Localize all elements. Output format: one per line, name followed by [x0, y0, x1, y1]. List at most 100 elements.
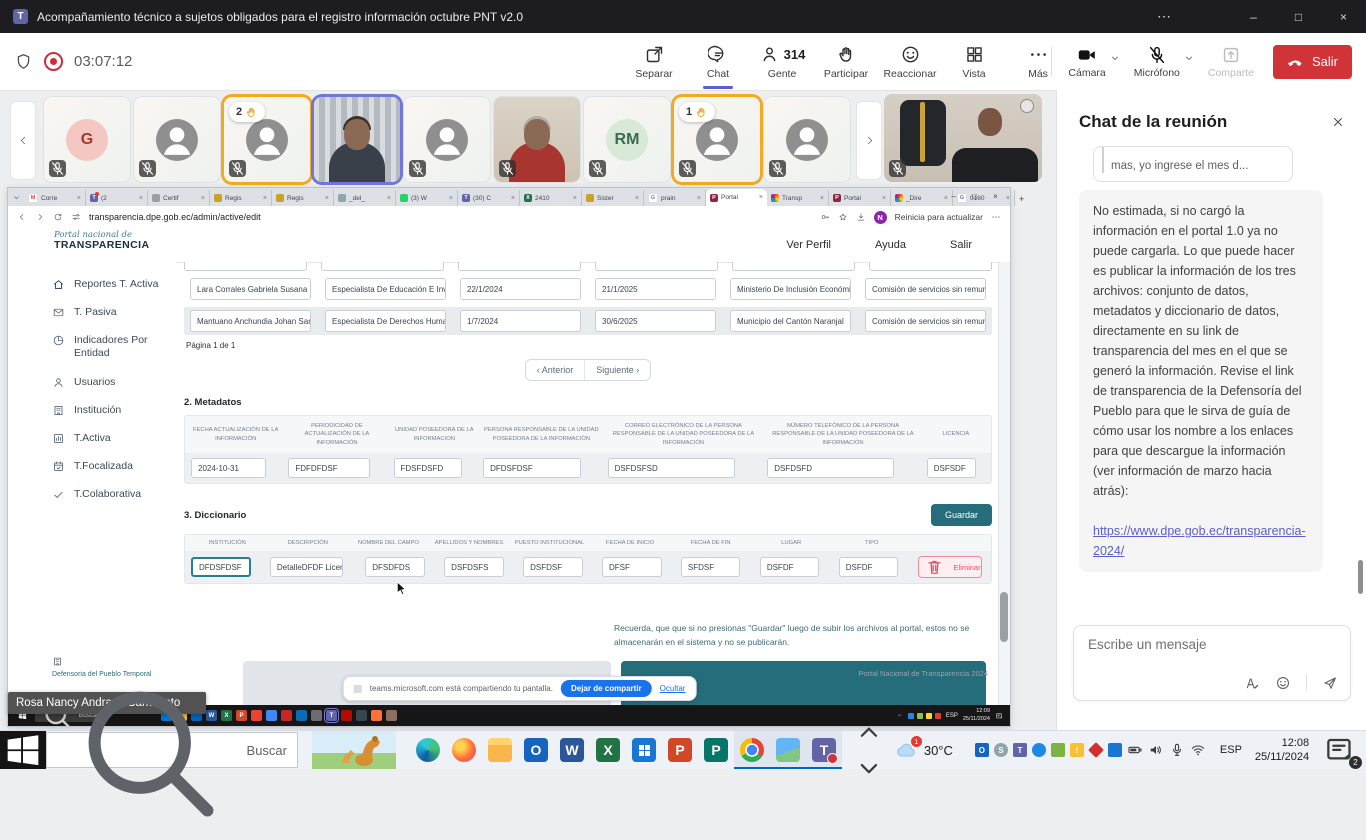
browser-tab-portal[interactable]: PPortal×: [706, 189, 767, 206]
microphone-button[interactable]: Micrófono: [1134, 44, 1195, 79]
relaunch-to-update-button[interactable]: Reinicia para actualizar: [895, 212, 983, 222]
sidebar-item-reportes-t-activa[interactable]: Reportes T. Activa: [52, 278, 162, 291]
toolbar-chat-button[interactable]: Chat: [686, 33, 750, 90]
taskbar-app-chrome[interactable]: [734, 731, 770, 769]
tab-close-icon[interactable]: ×: [759, 194, 763, 201]
taskbar-app-outlook[interactable]: O: [518, 731, 554, 769]
bookmark-star-icon[interactable]: [838, 212, 848, 222]
browser-tab-portal[interactable]: PPortal×: [829, 190, 891, 206]
toolbar-separar-button[interactable]: Separar: [622, 33, 686, 90]
window-maximize-button[interactable]: □: [1276, 0, 1321, 33]
shared-taskbar-acrobat-icon[interactable]: [341, 710, 352, 721]
quoted-message[interactable]: mas, yo ingrese el mes d...: [1093, 146, 1293, 182]
diccionario-input[interactable]: DSFDSF: [523, 557, 583, 577]
weather-widget[interactable]: 1 30°C: [894, 740, 953, 760]
table-cell-input[interactable]: Comisión de servicios sin remune: [865, 278, 986, 300]
table-cell-input[interactable]: Lara Corrales Gabriela Susana: [190, 278, 311, 300]
tray-antivirus-shield-icon[interactable]: [1051, 743, 1065, 757]
participant-avatar-tile[interactable]: 2: [224, 97, 310, 182]
browser-tab-prain[interactable]: Gprain×: [644, 190, 706, 206]
tray-outlook-tray-icon[interactable]: O: [975, 743, 989, 757]
toolbar-reaccionar-button[interactable]: Reaccionar: [878, 33, 942, 90]
diccionario-input[interactable]: DSFDSFS: [444, 557, 504, 577]
tab-close-icon[interactable]: ×: [882, 195, 886, 202]
site-info-icon[interactable]: [71, 212, 81, 222]
self-view-video[interactable]: [884, 94, 1042, 182]
metadatos-input[interactable]: DSFDSFSD: [608, 458, 735, 478]
browser-tab-30c[interactable]: T(30) C×: [458, 190, 520, 206]
tab-close-icon[interactable]: ×: [263, 195, 267, 202]
participant-avatar-tile[interactable]: [404, 97, 490, 182]
participant-video-tile[interactable]: [314, 97, 400, 182]
browser-tab-regis[interactable]: Regis×: [210, 190, 272, 206]
tab-close-icon[interactable]: ×: [201, 195, 205, 202]
browser-tab-2[interactable]: T(2×: [86, 190, 148, 206]
send-message-icon[interactable]: [1322, 675, 1338, 691]
reload-icon[interactable]: [53, 212, 63, 222]
forward-icon[interactable]: [35, 212, 45, 222]
portal-nav-ayuda[interactable]: Ayuda: [875, 239, 906, 251]
language-indicator[interactable]: ESP: [1220, 744, 1242, 756]
participant-avatar-tile[interactable]: [764, 97, 850, 182]
diccionario-guardar-button[interactable]: Guardar: [931, 504, 992, 526]
portal-scrollbar[interactable]: [998, 262, 1010, 705]
browser-menu-icon[interactable]: [991, 212, 1001, 222]
taskbar-app-edge[interactable]: [410, 731, 446, 769]
table-cell-input[interactable]: 21/1/2025: [595, 278, 716, 300]
window-minimize-button[interactable]: –: [1231, 0, 1276, 33]
format-text-icon[interactable]: [1244, 675, 1260, 691]
browser-maximize-button[interactable]: □: [964, 192, 985, 201]
toolbar-vista-button[interactable]: Vista: [942, 33, 1006, 90]
browser-tab-corre[interactable]: MCorre×: [24, 190, 86, 206]
shared-taskbar-user-photo-icon[interactable]: [386, 710, 397, 721]
browser-tab-regis[interactable]: Regis×: [272, 190, 334, 206]
hide-sharing-bar-link[interactable]: Ocultar: [660, 684, 686, 693]
tray-battery-icon[interactable]: [1127, 742, 1143, 758]
sidebar-item-instituci-n[interactable]: Institución: [52, 404, 162, 417]
shared-taskbar-teams-icon[interactable]: T: [326, 710, 337, 721]
start-button[interactable]: [0, 731, 46, 769]
diccionario-input[interactable]: DFDSFDSF: [191, 557, 251, 577]
tab-close-icon[interactable]: ×: [511, 195, 515, 202]
browser-tab-3w[interactable]: (3) W×: [396, 190, 458, 206]
pagination-next-button[interactable]: Siguiente ›: [585, 360, 650, 380]
taskbar-app-word[interactable]: W: [554, 731, 590, 769]
shared-taskbar-photos-icon[interactable]: [356, 710, 367, 721]
diccionario-input[interactable]: SFDSF: [681, 557, 741, 577]
browser-tab-certif[interactable]: Certif×: [148, 190, 210, 206]
microphone-chevron-icon[interactable]: [1183, 52, 1195, 64]
notification-center-button[interactable]: 2: [1322, 733, 1356, 767]
chat-message-link[interactable]: https://www.dpe.gob.ec/transparencia-202…: [1093, 521, 1309, 561]
tab-close-icon[interactable]: ×: [77, 195, 81, 202]
tray-red-app-icon[interactable]: [1088, 742, 1104, 758]
tab-close-icon[interactable]: ×: [449, 195, 453, 202]
diccionario-input[interactable]: DFSF: [602, 557, 662, 577]
table-cell-input[interactable]: Especialista De Educación E Inves: [325, 278, 446, 300]
download-icon[interactable]: [856, 212, 866, 222]
sidebar-item-t-focalizada[interactable]: T.Focalizada: [52, 460, 162, 473]
taskbar-app-file-explorer[interactable]: [482, 731, 518, 769]
tab-close-icon[interactable]: ×: [139, 195, 143, 202]
tray-volume-icon[interactable]: [1148, 742, 1164, 758]
sidebar-item-t-activa[interactable]: T.Activa: [52, 432, 162, 445]
shared-taskbar-edge-2-icon[interactable]: [296, 710, 307, 721]
tab-close-icon[interactable]: ×: [697, 195, 701, 202]
taskbar-app-powerpoint[interactable]: P: [662, 731, 698, 769]
sidebar-item-t-pasiva[interactable]: T. Pasiva: [52, 306, 162, 319]
toolbar-participar-button[interactable]: Participar: [814, 33, 878, 90]
participant-avatar-tile[interactable]: G: [44, 97, 130, 182]
metadatos-input[interactable]: FDSFDSFD: [394, 458, 463, 478]
taskbar-app-teams[interactable]: T: [806, 731, 842, 769]
taskbar-app-firefox[interactable]: [446, 731, 482, 769]
window-more-button[interactable]: ⋯: [1142, 0, 1186, 33]
metadatos-input[interactable]: FDFDFDSF: [288, 458, 370, 478]
taskbar-app-store[interactable]: [626, 731, 662, 769]
tab-close-icon[interactable]: ×: [1006, 195, 1010, 202]
password-key-icon[interactable]: [820, 212, 830, 222]
metadatos-input[interactable]: DSFDSFD: [767, 458, 894, 478]
shared-taskbar-settings-icon[interactable]: [311, 710, 322, 721]
shared-taskbar-chrome-icon[interactable]: [251, 710, 262, 721]
table-cell-input[interactable]: 22/1/2024: [460, 278, 581, 300]
diccionario-input[interactable]: DetalleDFDF Licenci: [270, 557, 343, 577]
diccionario-input[interactable]: DSFDF: [760, 557, 820, 577]
